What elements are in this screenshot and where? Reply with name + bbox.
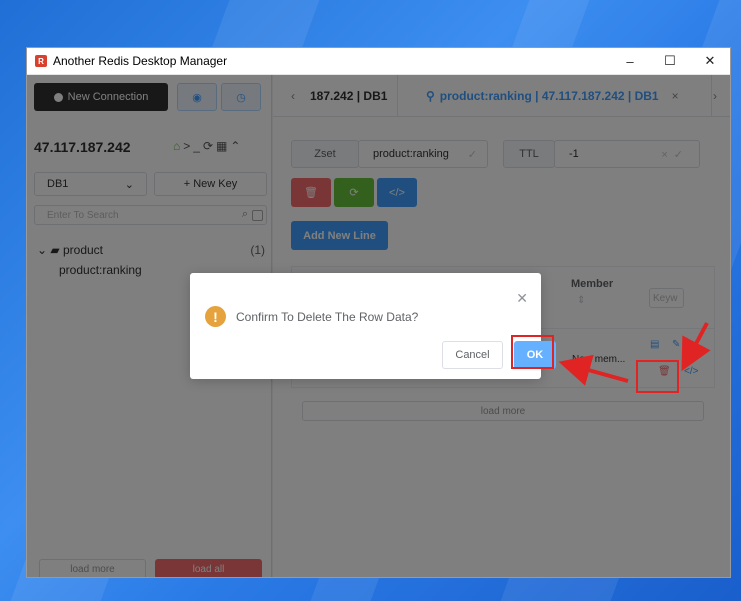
- arrow-to-ok: [558, 354, 629, 386]
- annotation-arrows: [558, 322, 711, 386]
- arrow-to-delete: [681, 322, 711, 372]
